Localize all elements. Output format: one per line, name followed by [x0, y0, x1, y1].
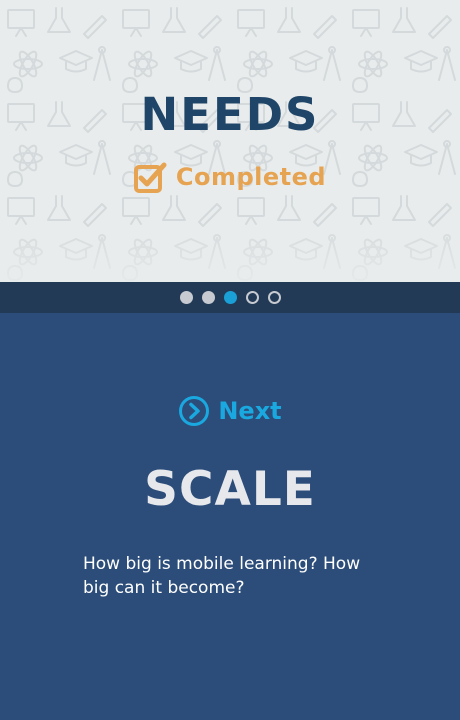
page-dot-1[interactable]	[179, 291, 193, 304]
page-dot-2[interactable]	[201, 291, 215, 304]
page-indicator[interactable]	[0, 282, 460, 313]
section-description: How big is mobile learning? How big can …	[83, 554, 361, 598]
page-dot-4[interactable]	[245, 291, 259, 304]
completed-status: Completed	[0, 160, 460, 194]
next-label: Next	[218, 397, 282, 425]
hero-banner: NEEDS Completed	[0, 0, 460, 282]
page-dot-3-active[interactable]	[223, 291, 237, 304]
hero-title: NEEDS	[140, 88, 320, 141]
next-button[interactable]: Next	[0, 394, 460, 428]
page-dot-5[interactable]	[267, 291, 281, 304]
checkbox-checked-icon	[133, 162, 167, 193]
chevron-right-circle-icon	[179, 396, 210, 426]
section-title: SCALE	[144, 462, 316, 517]
hero-fade	[0, 222, 460, 282]
status-label: Completed	[175, 163, 327, 191]
